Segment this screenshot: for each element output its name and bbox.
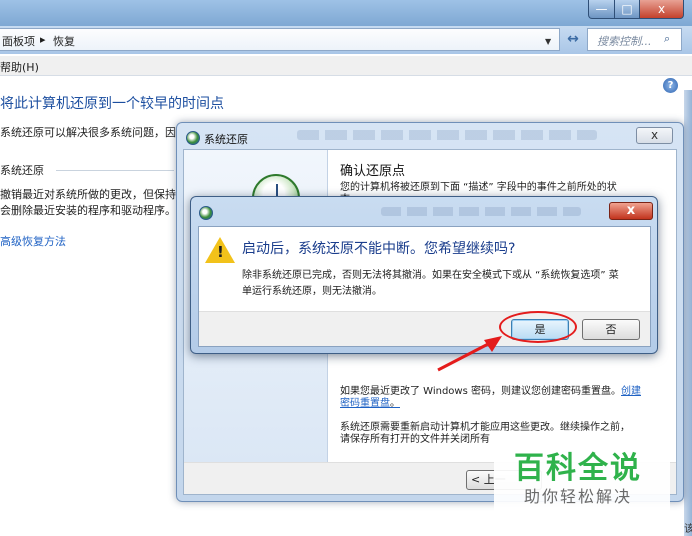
system-restore-close-button[interactable]: x bbox=[636, 127, 673, 144]
refresh-icon[interactable]: ↔ bbox=[563, 30, 583, 50]
dialog-main-instruction: 启动后，系统还原不能中断。您希望继续吗? bbox=[242, 241, 516, 257]
blurred-title-text bbox=[297, 130, 597, 140]
search-icon[interactable]: ⌕ bbox=[664, 32, 670, 46]
section-title-system-restore: 系统还原 bbox=[0, 164, 44, 177]
warning-icon: ! bbox=[205, 237, 235, 263]
annotation-circle bbox=[499, 311, 577, 343]
dialog-close-button[interactable]: x bbox=[609, 202, 653, 220]
menu-bar: 帮助(H) bbox=[0, 56, 692, 76]
address-bar-row: 面板项 ▸ 恢复 ▼ ↔ 搜索控制... ⌕ bbox=[0, 26, 692, 54]
section-divider bbox=[56, 170, 174, 171]
minimize-button[interactable]: — bbox=[588, 0, 615, 19]
no-button[interactable]: 否 bbox=[582, 319, 640, 340]
dialog-body-line: 除非系统还原已完成，否则无法将其撤消。如果在安全模式下或从 “系统恢复选项” 菜 bbox=[242, 270, 619, 281]
blurred-title-text bbox=[381, 207, 581, 216]
breadcrumb-control-panel-items[interactable]: 面板项 bbox=[2, 33, 35, 49]
warning-mark: ! bbox=[217, 243, 224, 261]
watermark-subtitle: 助你轻松解决 bbox=[524, 487, 633, 506]
menu-help[interactable]: 帮助(H) bbox=[0, 59, 39, 75]
restart-notice-line: 请保存所有打开的文件并关闭所有 bbox=[340, 434, 490, 445]
dialog-content: ! 启动后，系统还原不能中断。您希望继续吗? 除非系统还原已完成，否则无法将其撤… bbox=[198, 226, 651, 347]
confirm-dialog: x ! 启动后，系统还原不能中断。您希望继续吗? 除非系统还原已完成，否则无法将… bbox=[190, 196, 658, 354]
system-restore-icon bbox=[186, 131, 200, 145]
control-panel-titlebar: — □ x bbox=[0, 0, 692, 26]
section-text-line: 撤销最近对系统所做的更改，但保持文 bbox=[0, 188, 187, 201]
dialog-body-line: 单运行系统还原，则无法撤消。 bbox=[242, 286, 382, 297]
dialog-footer: 是 否 bbox=[199, 311, 650, 346]
close-window-button[interactable]: x bbox=[639, 0, 684, 19]
page-description: 系统还原可以解决很多系统问题，因此是 bbox=[0, 126, 198, 139]
confirm-restore-point-heading: 确认还原点 bbox=[340, 164, 406, 179]
advanced-recovery-link[interactable]: 高级恢复方法 bbox=[0, 233, 66, 249]
breadcrumb-recovery[interactable]: 恢复 bbox=[53, 33, 75, 49]
password-reset-disk-link[interactable]: 密码重置盘。 bbox=[340, 394, 400, 409]
watermark: 百科全说 助你轻松解决 bbox=[494, 437, 670, 536]
window-right-edge bbox=[684, 90, 692, 536]
search-placeholder: 搜索控制... bbox=[597, 35, 652, 48]
watermark-title: 百科全说 bbox=[514, 451, 642, 486]
search-input[interactable]: 搜索控制... ⌕ bbox=[587, 28, 682, 51]
create-link[interactable]: 创建 bbox=[621, 386, 641, 397]
text-fragment: 该 bbox=[684, 524, 692, 535]
annotation-arrow-icon bbox=[437, 336, 502, 372]
restore-description-line: 您的计算机将被还原到下面 “描述” 字段中的事件之前所处的状 bbox=[340, 182, 617, 193]
chevron-down-icon[interactable]: ▼ bbox=[545, 37, 551, 46]
address-bar[interactable]: 面板项 ▸ 恢复 ▼ bbox=[0, 28, 560, 51]
maximize-button[interactable]: □ bbox=[614, 0, 640, 19]
breadcrumb-separator-icon[interactable]: ▸ bbox=[40, 33, 46, 46]
help-icon[interactable]: ? bbox=[663, 78, 678, 93]
system-restore-icon bbox=[199, 206, 213, 220]
password-period: 。 bbox=[390, 398, 400, 409]
system-restore-title: 系统还原 bbox=[204, 133, 248, 146]
password-reset-disk-label: 密码重置盘 bbox=[340, 398, 390, 409]
section-text-line: 会删除最近安装的程序和驱动程序。 bbox=[0, 204, 176, 217]
page-title: 将此计算机还原到一个较早的时间点 bbox=[0, 96, 224, 112]
